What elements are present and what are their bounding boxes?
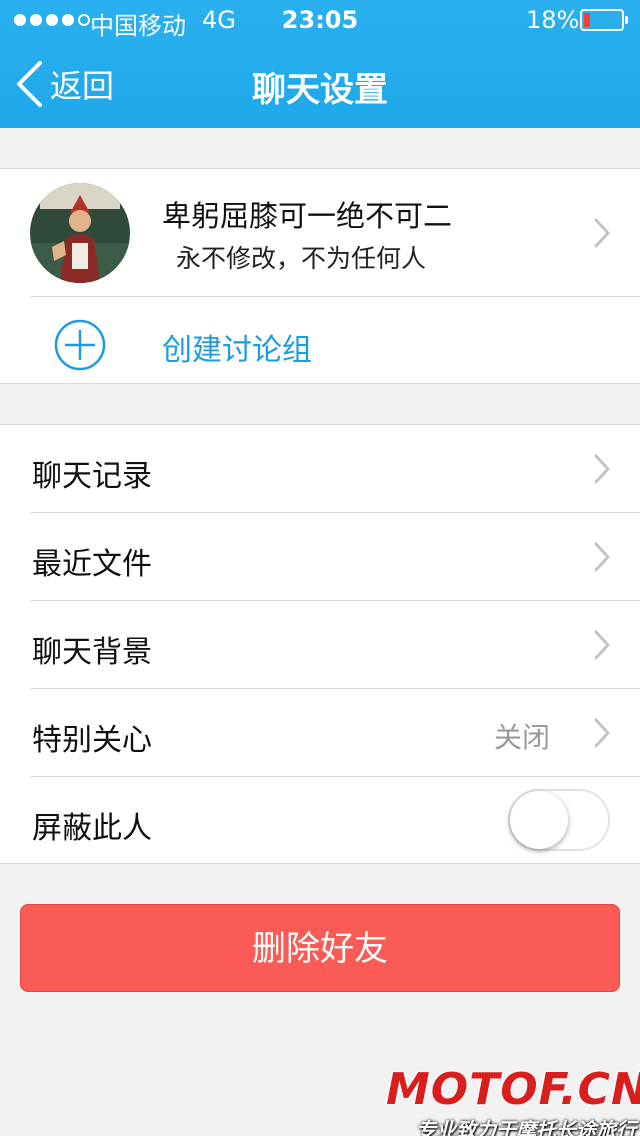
nav-bar: 返回 聊天设置 xyxy=(0,40,640,128)
status-bar: 中国移动 4G 23:05 18% xyxy=(0,0,640,40)
header: 中国移动 4G 23:05 18% 返回 聊天设置 xyxy=(0,0,640,128)
block-user-row: 屏蔽此人 xyxy=(0,777,640,865)
chevron-right-icon xyxy=(594,718,610,748)
page-title: 聊天设置 xyxy=(252,70,388,110)
special-care-label: 特别关心 xyxy=(32,723,152,758)
create-discussion-group-label: 创建讨论组 xyxy=(162,333,312,368)
chat-background-label: 聊天背景 xyxy=(32,635,152,670)
battery-icon xyxy=(580,9,628,31)
chat-history-label: 聊天记录 xyxy=(32,459,152,494)
recent-files-label: 最近文件 xyxy=(32,547,152,582)
watermark-slogan: 专业致力于摩托长途旅行 xyxy=(416,1118,636,1136)
avatar xyxy=(30,183,130,283)
contact-name: 卑躬屈膝可一绝不可二 xyxy=(162,199,453,233)
profile-section: 卑躬屈膝可一绝不可二 永不修改，不为任何人 创建讨论组 xyxy=(0,168,640,384)
settings-list: 聊天记录 最近文件 聊天背景 特别关心 关闭 屏蔽此人 xyxy=(0,424,640,864)
chat-background-row[interactable]: 聊天背景 xyxy=(0,601,640,689)
chevron-right-icon xyxy=(594,542,610,572)
create-discussion-group-row[interactable]: 创建讨论组 xyxy=(0,297,640,385)
toggle-knob xyxy=(510,791,568,849)
contact-signature: 永不修改，不为任何人 xyxy=(176,244,427,273)
block-user-toggle[interactable] xyxy=(508,789,610,851)
plus-circle-icon xyxy=(54,319,106,371)
watermark: MOTOF.CN 专业致力于摩托长途旅行 xyxy=(386,1064,640,1136)
recent-files-row[interactable]: 最近文件 xyxy=(0,513,640,601)
special-care-row[interactable]: 特别关心 关闭 xyxy=(0,689,640,777)
chevron-right-icon xyxy=(594,630,610,660)
profile-row[interactable]: 卑躬屈膝可一绝不可二 永不修改，不为任何人 xyxy=(0,169,640,297)
chevron-right-icon xyxy=(594,218,610,248)
special-care-value: 关闭 xyxy=(493,721,550,754)
block-user-label: 屏蔽此人 xyxy=(32,811,152,846)
battery-percent: 18% xyxy=(526,6,580,34)
delete-friend-button[interactable]: 删除好友 xyxy=(20,904,620,992)
watermark-brand: MOTOF.CN xyxy=(386,1064,640,1115)
chat-history-row[interactable]: 聊天记录 xyxy=(0,425,640,513)
chevron-right-icon xyxy=(594,454,610,484)
